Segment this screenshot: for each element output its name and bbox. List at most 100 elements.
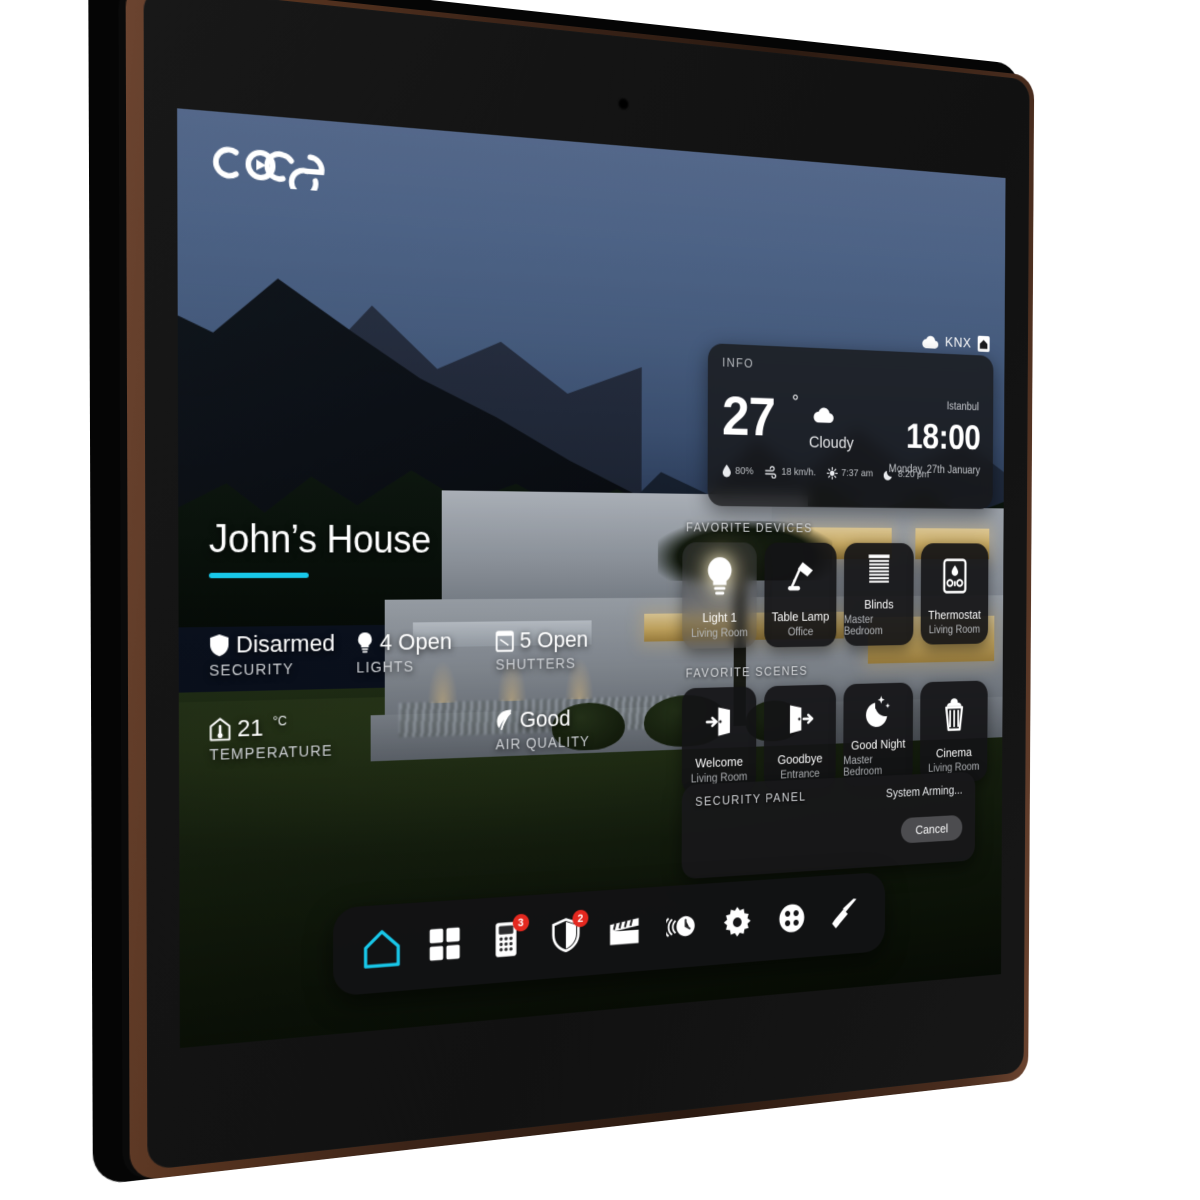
device-card-thermostat[interactable]: Thermostat Living Room [920, 543, 989, 645]
camera-icon [617, 96, 630, 112]
status-row-bottom: 21 °C TEMPERATURE Good AIR QUALITY [209, 704, 627, 763]
dock-item-rooms[interactable] [420, 917, 469, 972]
cancel-button[interactable]: Cancel [900, 814, 963, 844]
device-card-name: Blinds [864, 597, 894, 612]
thermometer-icon [209, 717, 231, 741]
wind-value: 18 km/h. [781, 466, 816, 479]
house-bush [551, 702, 625, 752]
device-card-icon-wrap [844, 543, 914, 599]
scheduler-icon [666, 910, 695, 944]
status-lights-label: LIGHTS [356, 657, 415, 676]
info-weather-card[interactable]: INFO 27 ° Cloudy 80% 18 km/h. 7:37 am 8:… [707, 343, 994, 510]
vacuum-icon [832, 898, 857, 929]
wallpaper-mountain-far [177, 267, 642, 536]
temperature-degree: ° [791, 391, 799, 414]
clock-time: 18:00 [905, 416, 981, 457]
dock-item-media[interactable] [601, 904, 647, 957]
scene-card-welcome[interactable]: Welcome Living Room [681, 686, 757, 795]
device-card-room: Master Bedroom [843, 614, 883, 638]
dock-item-intercom[interactable]: 3 [482, 912, 530, 966]
dock-item-automation[interactable] [771, 893, 814, 944]
temperature-value: 27 [721, 384, 775, 448]
network-label: KNX [945, 334, 972, 352]
wall-panel-device: KNX INFO 27 ° Cloudy 80% 18 km/h. 7:37 a… [88, 0, 1035, 1186]
home-status-grid: Disarmed SECURITY 4 Open LIGHTS 5 Open S… [209, 626, 628, 763]
dock-item-scheduler[interactable] [659, 900, 704, 952]
weather-condition-icon [813, 407, 834, 423]
humidity-metric: 80% [722, 464, 754, 478]
dock-item-home[interactable] [356, 921, 407, 977]
status-shutters-value: 5 Open [519, 626, 589, 653]
status-lights[interactable]: 4 Open LIGHTS [356, 628, 495, 676]
status-security-label: SECURITY [209, 660, 294, 679]
device-card-table-lamp[interactable]: Table Lamp Office [764, 542, 837, 648]
status-security[interactable]: Disarmed SECURITY [209, 629, 356, 679]
scene-card-name: Good Night [850, 736, 906, 753]
scene-card-name: Cinema [935, 744, 972, 761]
bottom-dock: 3 2 [333, 871, 886, 997]
device-card-room: Office [787, 626, 814, 639]
scene-card-icon-wrap [764, 684, 836, 754]
popcorn-icon [943, 698, 966, 732]
wind-metric: 18 km/h. [765, 465, 816, 479]
house-ground-light [427, 661, 458, 704]
status-shutters[interactable]: 5 Open SHUTTERS [496, 626, 628, 672]
scene-card-icon-wrap [920, 681, 988, 748]
status-temperature[interactable]: 21 °C TEMPERATURE [209, 708, 495, 764]
dock-item-settings[interactable] [715, 897, 759, 949]
favorite-devices-title: FAVORITE DEVICES [686, 520, 813, 536]
wallpaper-mountain-left [177, 235, 642, 562]
intercom-icon [495, 921, 517, 958]
scene-card-name: Welcome [695, 754, 744, 771]
status-temperature-value: 21 [237, 714, 264, 742]
device-scene: KNX INFO 27 ° Cloudy 80% 18 km/h. 7:37 a… [0, 0, 1200, 1200]
status-air-quality-value-wrap: Good [496, 704, 628, 734]
title-accent-rule [208, 572, 309, 579]
clapperboard-icon [609, 914, 640, 946]
door-enter-icon [705, 707, 731, 737]
favorite-scenes-title: FAVORITE SCENES [685, 664, 808, 681]
device-card-icon-wrap [764, 543, 836, 611]
status-temperature-label: TEMPERATURE [209, 741, 333, 764]
dock-item-cleaning[interactable] [824, 889, 866, 940]
device-card-name: Table Lamp [771, 609, 830, 625]
status-lights-value: 4 Open [379, 628, 452, 656]
cloud-icon [922, 335, 939, 349]
sun-icon [827, 466, 838, 479]
status-security-value: Disarmed [235, 629, 335, 658]
humidity-value: 80% [735, 465, 754, 478]
device-card-icon-wrap [682, 542, 757, 611]
scene-card-icon-wrap [843, 682, 913, 739]
intercom-badge: 3 [512, 913, 529, 932]
device-card-light-1[interactable]: Light 1 Living Room [682, 542, 757, 649]
house-window [413, 620, 592, 648]
home-headline: John’s House [208, 516, 431, 579]
info-card-body: 27 ° Cloudy 80% 18 km/h. 7:37 am 8:20 pm… [722, 369, 981, 500]
leaf-icon [496, 709, 514, 732]
scene-card-cinema[interactable]: Cinema Living Room [919, 680, 988, 784]
status-lights-value-wrap: 4 Open [356, 628, 495, 657]
scene-card-goodbye[interactable]: Goodbye Entrance [763, 684, 837, 791]
home-dashboard: KNX INFO 27 ° Cloudy 80% 18 km/h. 7:37 a… [177, 108, 1005, 1048]
page-title: John’s House [208, 516, 431, 561]
thermostat-icon [943, 558, 967, 594]
security-panel-card[interactable]: SECURITY PANEL System Arming... Cancel [681, 771, 976, 880]
shutter-icon [496, 630, 514, 652]
gear-icon [723, 905, 751, 938]
home-app-icon[interactable] [977, 335, 991, 353]
status-temperature-unit: °C [272, 713, 287, 729]
scene-card-good-night[interactable]: Good Night Master Bedroom [843, 682, 914, 788]
status-air-quality[interactable]: Good AIR QUALITY [495, 704, 628, 753]
automation-icon [779, 903, 805, 934]
dock-item-security[interactable]: 2 [542, 908, 589, 962]
touchscreen[interactable]: KNX INFO 27 ° Cloudy 80% 18 km/h. 7:37 a… [177, 108, 1006, 1049]
device-card-room: Living Room [928, 624, 981, 637]
status-security-value-wrap: Disarmed [209, 629, 356, 659]
device-card-blinds[interactable]: Blinds Master Bedroom [843, 542, 914, 647]
security-panel-status: System Arming... [885, 783, 963, 801]
status-air-quality-label: AIR QUALITY [495, 732, 590, 753]
moon-stars-icon [865, 695, 890, 728]
device-card-room: Living Room [691, 627, 748, 640]
bulb-icon [358, 632, 372, 653]
lightbulb-icon [707, 557, 732, 595]
